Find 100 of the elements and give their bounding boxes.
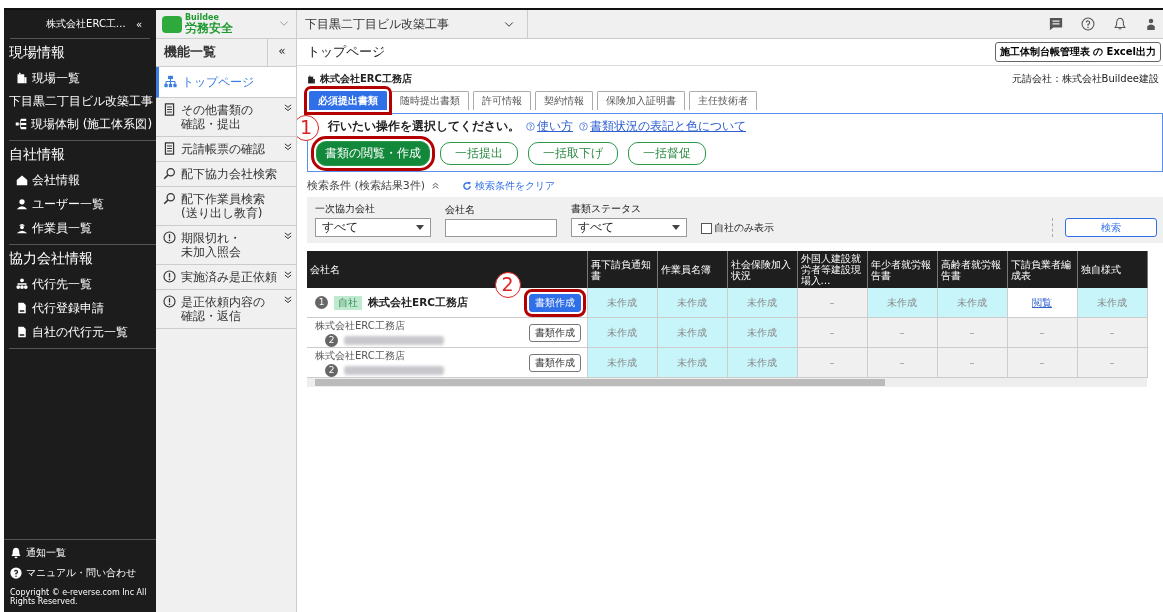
tab[interactable]: 保険加入証明書 [597,91,685,110]
action-button[interactable]: 一括督促 [628,142,706,165]
nav-item[interactable]: その他書類の 確認・提出 [156,98,296,137]
view-link[interactable]: 閲覧 [1032,296,1052,308]
worker-icon [16,222,28,234]
document-icon [163,142,176,155]
logo-icon [162,15,182,33]
logo-text: 労務安全 [185,22,233,34]
company-name: 株式会社ERC工… [46,17,126,31]
checkbox[interactable] [701,222,712,234]
column-header: 再下請負通知書 [587,251,657,288]
status-text: 未作成 [747,326,777,338]
sidebar-item[interactable]: マニュアル・問い合わせ [26,566,136,580]
sidebar-item[interactable]: 作業員一覧 [32,219,92,237]
sidebar-item[interactable]: 代行登録申請 [32,299,104,317]
status-text: – [969,327,975,338]
help-icon [526,122,535,131]
panel-title: 機能一覧 [162,43,217,61]
company-name: 株式会社ERC工務店 [368,295,468,310]
doc-icon [16,302,28,314]
section-title: 検索条件 (検索結果3件) [307,178,426,193]
sidebar-item[interactable]: 通知一覧 [26,546,66,560]
column-header: 外国人建設就労者等建設現場入… [797,251,867,288]
status-text: 未作成 [1097,296,1127,308]
input-field[interactable] [445,219,557,237]
collapse-button[interactable]: « [135,18,142,30]
hierarchy-icon [15,118,27,130]
exclamation-icon [163,295,176,308]
parent-company: 株式会社ERC工務店 [315,318,406,333]
nav-item-label: その他書類の [181,103,254,117]
status-text: – [899,327,905,338]
sidebar-item[interactable]: 代行先一覧 [32,275,92,293]
help-link[interactable]: 書類状況の表記と色について [590,118,746,135]
doc-icon [16,326,28,338]
action-button[interactable]: 一括提出 [440,142,518,165]
document-icon [163,103,176,116]
tab[interactable]: 随時提出書類 [391,91,469,110]
bell-icon [1113,17,1127,31]
status-text: 未作成 [747,296,777,308]
nav-item[interactable]: 期限切れ・ 未加入照会 [156,226,296,265]
status-text: 未作成 [957,296,987,308]
status-text: 未作成 [677,356,707,368]
tab[interactable]: 許可情報 [473,91,531,110]
sidebar-item[interactable]: 自社の代行元一覧 [32,323,128,341]
horizontal-scrollbar[interactable] [307,378,1147,387]
nav-item-label: 是正依頼内容の [181,295,266,309]
collapse-button[interactable]: « [267,39,296,66]
building-icon [16,72,28,84]
clear-link[interactable]: 検索条件をクリア [475,178,556,193]
status-text: – [829,357,835,368]
sidebar-item[interactable]: 会社情報 [32,171,80,189]
nav-item[interactable]: 元請帳票の確認 [156,137,296,162]
action-button[interactable]: 一括取下げ [528,142,618,165]
level-badge: 1 [315,296,328,309]
status-text: – [1039,357,1045,368]
nav-item-label: トップページ [182,75,255,89]
sidebar-item[interactable]: 現場一覧 [32,69,80,87]
export-button[interactable]: 施工体制台帳管理表 の Excel出力 [994,42,1161,62]
refresh-icon [462,180,473,191]
sidebar-item[interactable]: ユーザー一覧 [32,195,104,213]
search-icon [163,167,176,180]
site-link[interactable]: 下目黒二丁目ビル改築工事 [9,90,156,112]
sidebar-item[interactable]: 現場体制 (施工体系図) [31,115,153,133]
column-header: 社会保険加入状況 [727,251,797,288]
select-field[interactable]: すべて [571,218,687,237]
field-label: 書類ステータス [571,202,642,216]
nav-item[interactable]: トップページ [156,67,296,98]
parent-company: 株式会社ERC工務店 [315,348,406,363]
help-link[interactable]: 使い方 [537,118,573,135]
hierarchy-icon [164,75,177,88]
status-text: 未作成 [607,326,637,338]
nav-item[interactable]: 配下作業員検索 (送り出し教育) [156,187,296,226]
checkbox-label: 自社のみ表示 [714,221,774,235]
company-name: 株式会社ERC工務店 [320,72,412,86]
tab[interactable]: 契約情報 [535,91,593,110]
status-text: – [969,357,975,368]
tab[interactable]: 主任技術者 [689,91,757,110]
help-icon [579,122,588,131]
status-text: – [829,327,835,338]
select-field[interactable]: すべて [315,218,431,237]
org-icon [16,278,28,290]
create-document-button[interactable]: 書類作成 [528,353,581,372]
search-button[interactable]: 検索 [1065,218,1157,237]
bell-icon [10,547,22,559]
status-text: 未作成 [677,296,707,308]
field-label: 会社名 [445,203,476,217]
logo-subtext: Buildee [185,14,219,22]
nav-item-label: 確認・提出 [181,117,242,131]
create-document-button[interactable]: 書類作成 [528,323,581,342]
column-header: 下請負業者編成表 [1007,251,1077,288]
column-header: 年少者就労報告書 [867,251,937,288]
status-text: 未作成 [887,296,917,308]
status-text: 未作成 [677,326,707,338]
status-text: – [1109,327,1115,338]
nav-item[interactable]: 配下協力会社検索 [156,162,296,187]
section-heading: 自社情報 [9,145,66,164]
nav-item[interactable]: 是正依頼内容の 確認・返信 [156,290,296,329]
nav-item-label: 配下協力会社検索 [181,167,278,181]
status-text: – [899,357,905,368]
nav-item[interactable]: 実施済み是正依頼 [156,265,296,290]
